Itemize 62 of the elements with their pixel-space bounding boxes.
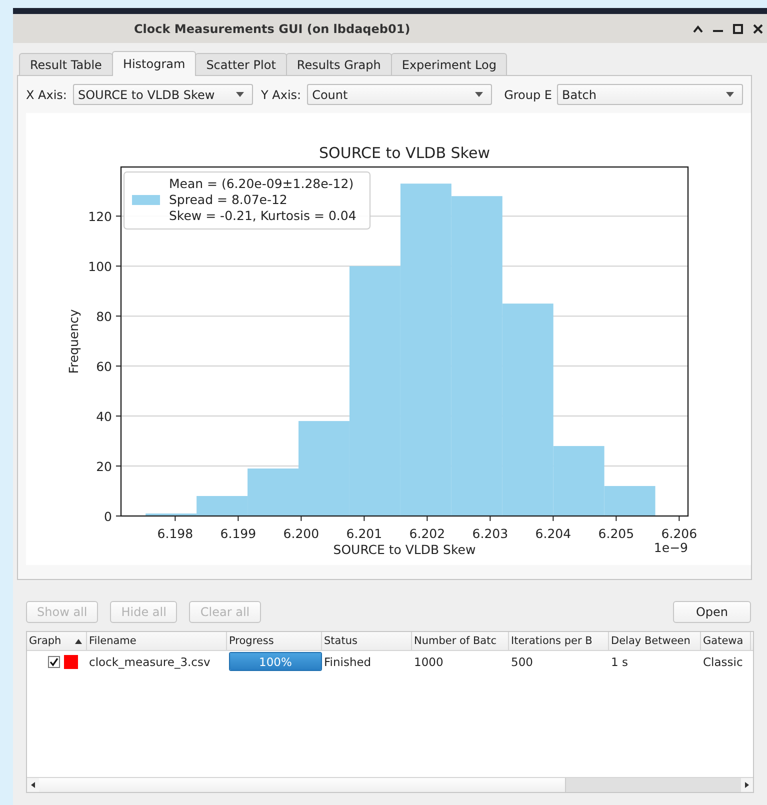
open-button[interactable]: Open xyxy=(672,600,751,622)
chart-title: SOURCE to VLDB Skew xyxy=(319,144,490,162)
column-header[interactable]: Number of Batc xyxy=(412,632,509,650)
y-tick-label: 120 xyxy=(88,209,112,224)
table-cell-text: Classic xyxy=(702,654,744,668)
legend-text: Skew = -0.21, Kurtosis = 0.04 xyxy=(169,208,356,223)
x-tick-label: 6.201 xyxy=(346,526,382,541)
x-tick-label: 6.199 xyxy=(220,526,256,541)
dropdown[interactable]: SOURCE to VLDB Skew xyxy=(72,84,253,105)
y-tick-label: 20 xyxy=(96,459,112,474)
column-header[interactable]: Graph xyxy=(27,632,87,650)
tab[interactable]: Results Graph xyxy=(286,53,392,75)
column-header[interactable]: Gatewa xyxy=(701,632,751,650)
sort-arrow-icon xyxy=(75,638,82,644)
x-tick-label: 6.203 xyxy=(472,526,508,541)
x-tick-label: 6.206 xyxy=(661,526,698,541)
x-tick-label: 6.202 xyxy=(409,526,446,541)
legend-text: Spread = 8.07e-12 xyxy=(169,192,288,207)
axis-label: X Axis: xyxy=(26,88,67,102)
axis-label: Group E xyxy=(504,88,552,102)
y-tick-label: 60 xyxy=(96,359,112,374)
y-tick-label: 40 xyxy=(96,409,112,424)
window-title: Clock Measurements GUI (on lbdaqeb01) xyxy=(134,22,410,36)
maximize-icon[interactable] xyxy=(733,24,743,34)
tab[interactable]: Scatter Plot xyxy=(195,53,287,75)
column-header[interactable]: Filename xyxy=(87,632,227,650)
legend-text: Mean = (6.20e-09±1.28e-12) xyxy=(169,176,354,191)
y-axis-label: Frequency xyxy=(66,309,81,374)
column-header[interactable]: Status xyxy=(322,632,412,650)
x-axis-label: SOURCE to VLDB Skew xyxy=(333,542,476,557)
table-cell-text: 1000 xyxy=(413,654,444,668)
horizontal-scrollbar[interactable] xyxy=(27,777,753,792)
x-tick-label: 6.200 xyxy=(283,526,320,541)
dropdown[interactable]: Batch xyxy=(557,84,744,105)
y-tick-label: 0 xyxy=(104,509,112,524)
column-header[interactable]: Delay Between xyxy=(609,632,701,650)
y-tick-label: 80 xyxy=(96,309,112,324)
table-cell-text: Finished xyxy=(323,654,372,668)
table-cell-text: clock_measure_3.csv xyxy=(88,654,212,668)
dropdown-caret-icon xyxy=(726,92,734,97)
table-cell-text: 500 xyxy=(510,654,534,668)
tab[interactable]: Experiment Log xyxy=(390,53,508,75)
y-tick-label: 100 xyxy=(88,259,112,274)
dropdown-caret-icon xyxy=(236,92,244,97)
offset-label: 1e−9 xyxy=(654,540,688,555)
axis-label: Y Axis: xyxy=(260,88,302,102)
x-tick-label: 6.205 xyxy=(598,526,634,541)
close-icon[interactable] xyxy=(753,24,763,34)
graph-checkbox[interactable] xyxy=(48,656,60,668)
column-header[interactable]: Progress xyxy=(227,632,322,650)
table-cell-text: 1 s xyxy=(610,654,629,668)
progress-text: 100% xyxy=(258,655,293,669)
tab[interactable]: Result Table xyxy=(19,53,113,75)
x-tick-label: 6.198 xyxy=(157,526,194,541)
legend-swatch xyxy=(132,195,160,205)
x-tick-label: 6.204 xyxy=(535,526,572,541)
dropdown-caret-icon xyxy=(475,92,484,97)
dropdown[interactable]: Count xyxy=(307,84,492,105)
column-header[interactable]: Iterations per B xyxy=(509,632,609,650)
tab[interactable]: Histogram xyxy=(112,51,196,76)
chevron-up-icon[interactable] xyxy=(693,25,703,33)
color-swatch[interactable] xyxy=(64,654,78,668)
